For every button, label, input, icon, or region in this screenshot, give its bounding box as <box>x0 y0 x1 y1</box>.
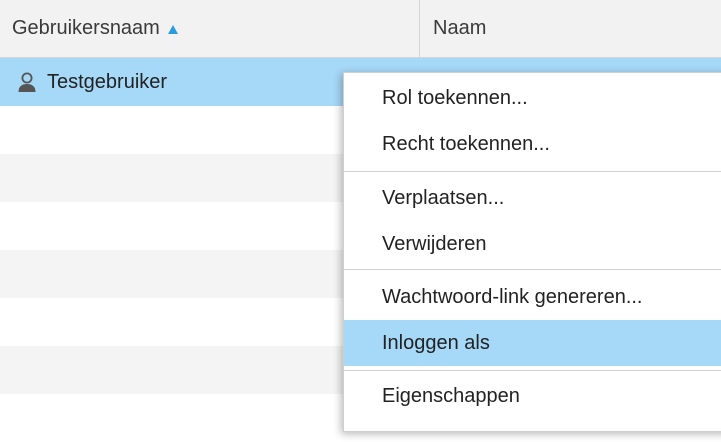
user-icon <box>18 72 36 92</box>
column-header-name-label: Naam <box>433 17 487 39</box>
username-cell: Testgebruiker <box>16 58 167 106</box>
context-menu: Rol toekennen... Recht toekennen... Verp… <box>343 72 721 432</box>
sort-asc-icon <box>167 25 178 34</box>
username-text: Testgebruiker <box>47 70 168 93</box>
menu-separator <box>344 269 721 270</box>
menu-separator <box>344 370 721 371</box>
grid-header: Gebruikersnaam Naam <box>0 0 721 58</box>
menu-item-move[interactable]: Verplaatsen... <box>344 175 721 221</box>
menu-item-assign-role[interactable]: Rol toekennen... <box>344 75 721 121</box>
menu-item-password-link[interactable]: Wachtwoord-link genereren... <box>344 274 721 320</box>
column-header-name[interactable]: Naam <box>421 0 721 57</box>
menu-item-assign-right[interactable]: Recht toekennen... <box>344 121 721 167</box>
column-header-username[interactable]: Gebruikersnaam <box>0 0 420 57</box>
menu-item-properties[interactable]: Eigenschappen <box>344 373 721 419</box>
column-header-username-label: Gebruikersnaam <box>12 17 160 39</box>
menu-item-delete[interactable]: Verwijderen <box>344 221 721 267</box>
menu-separator <box>344 171 721 172</box>
menu-item-login-as[interactable]: Inloggen als <box>344 320 721 366</box>
